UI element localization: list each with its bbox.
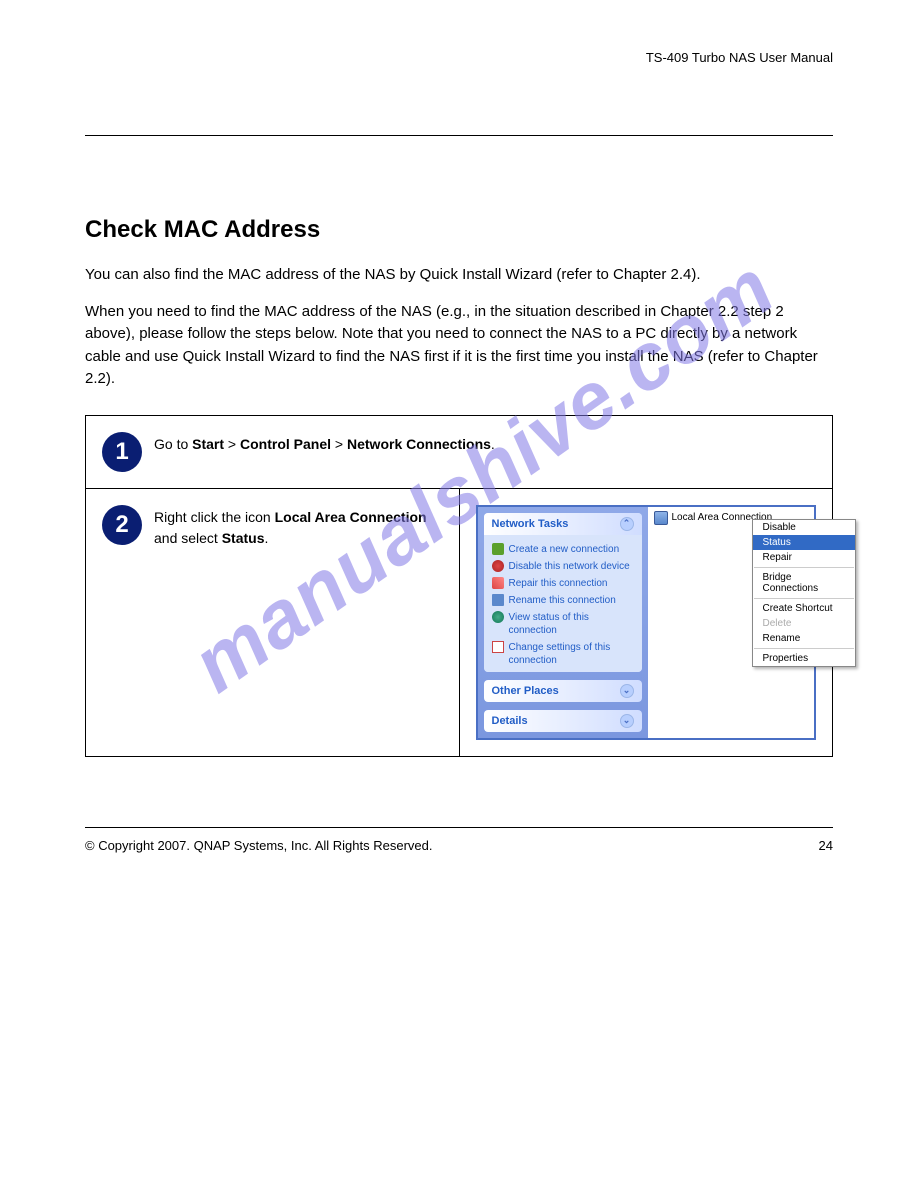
xp-window: Network Tasks ⌃ Create a new connection …	[476, 505, 817, 740]
rename-icon	[492, 594, 504, 606]
step-number-badge: 1	[102, 432, 142, 472]
task-item[interactable]: Create a new connection	[492, 541, 634, 558]
paragraph-1: You can also find the MAC address of the…	[85, 264, 833, 287]
menu-status[interactable]: Status	[753, 535, 855, 550]
menu-properties[interactable]: Properties	[753, 651, 855, 666]
menu-separator	[754, 567, 854, 568]
connection-wizard-icon	[492, 543, 504, 555]
menu-disable[interactable]: Disable	[753, 520, 855, 535]
task-item[interactable]: View status of this connection	[492, 609, 634, 639]
menu-separator	[754, 648, 854, 649]
connection-icon	[654, 511, 668, 525]
menu-bridge[interactable]: Bridge Connections	[753, 570, 855, 596]
network-tasks-box: Network Tasks ⌃ Create a new connection …	[484, 513, 642, 672]
other-places-box[interactable]: Other Places ⌄	[484, 680, 642, 702]
step-number-badge: 2	[102, 505, 142, 545]
paragraph-2: When you need to find the MAC address of…	[85, 301, 833, 391]
task-item[interactable]: Rename this connection	[492, 592, 634, 609]
status-icon	[492, 611, 504, 623]
breadcrumb: TS-409 Turbo NAS User Manual	[85, 50, 833, 65]
task-item[interactable]: Repair this connection	[492, 575, 634, 592]
footer-page-number: 24	[819, 838, 833, 853]
repair-icon	[492, 577, 504, 589]
details-box[interactable]: Details ⌄	[484, 710, 642, 732]
task-item[interactable]: Disable this network device	[492, 558, 634, 575]
xp-main-pane: Local Area Connection Disable Status Rep…	[648, 507, 815, 738]
xp-sidebar: Network Tasks ⌃ Create a new connection …	[478, 507, 648, 738]
settings-icon	[492, 641, 504, 653]
page-header: TS-409 Turbo NAS User Manual	[85, 50, 833, 136]
collapse-icon[interactable]: ⌃	[620, 517, 634, 531]
task-item[interactable]: Change settings of this connection	[492, 639, 634, 669]
disable-icon	[492, 560, 504, 572]
expand-icon[interactable]: ⌄	[620, 684, 634, 698]
menu-rename[interactable]: Rename	[753, 631, 855, 646]
section-title: Check MAC Address	[85, 216, 833, 244]
network-tasks-header[interactable]: Network Tasks ⌃	[484, 513, 642, 535]
expand-icon[interactable]: ⌄	[620, 714, 634, 728]
menu-shortcut[interactable]: Create Shortcut	[753, 601, 855, 616]
context-menu: Disable Status Repair Bridge Connections…	[752, 519, 856, 667]
footer-copyright: © Copyright 2007. QNAP Systems, Inc. All…	[85, 838, 432, 853]
menu-repair[interactable]: Repair	[753, 550, 855, 565]
network-tasks-body: Create a new connection Disable this net…	[484, 535, 642, 672]
page-footer: © Copyright 2007. QNAP Systems, Inc. All…	[85, 827, 833, 853]
menu-delete: Delete	[753, 616, 855, 631]
step-2-text: Right click the icon Local Area Connecti…	[154, 505, 443, 550]
menu-separator	[754, 598, 854, 599]
step-1-text: Go to Start > Control Panel > Network Co…	[154, 432, 495, 456]
steps-table: 1 Go to Start > Control Panel > Network …	[85, 415, 833, 757]
